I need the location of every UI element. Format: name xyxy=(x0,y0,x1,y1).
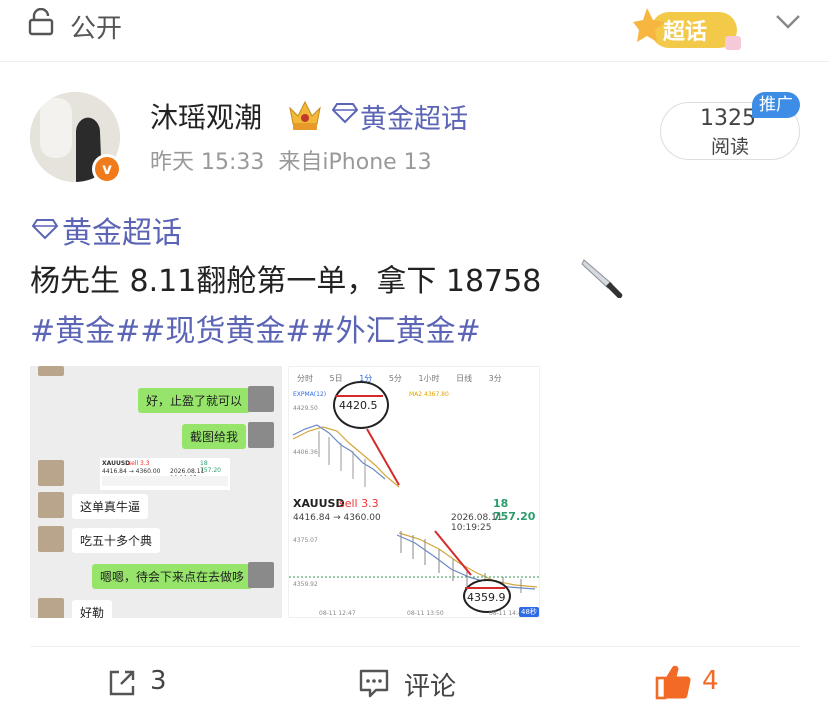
mini-side: sell 3.3 xyxy=(128,460,150,467)
entry-price-label: 4420.5 xyxy=(339,399,378,412)
diamond-icon xyxy=(32,219,58,240)
chat-avatar xyxy=(38,526,64,552)
share-count[interactable]: 3 xyxy=(150,666,167,696)
timeframe-tabs: 分时 5日 1分 5分 1小时 日线 3分 xyxy=(297,373,516,384)
tab-label: 日线 xyxy=(456,374,473,383)
tab-label: 5日 xyxy=(329,374,343,383)
reads-count: 1325 xyxy=(700,106,756,131)
promo-badge: 推广 xyxy=(752,92,800,118)
trading-screenshot-image[interactable]: 分时 5日 1分 5分 1小时 日线 3分 EXPMA(12) MA2 4367… xyxy=(288,366,540,618)
chat-avatar xyxy=(38,460,64,486)
post-meta: 昨天 15:33 来自iPhone 13 xyxy=(150,144,432,176)
post-time: 昨天 15:33 xyxy=(150,150,265,175)
lock-icon xyxy=(28,8,54,36)
mini-trade-card: XAUUSD sell 3.3 18 757.20 4416.84 → 4360… xyxy=(100,458,230,490)
knife-emoji-icon xyxy=(581,259,623,298)
mini-symbol: XAUUSD xyxy=(102,460,131,467)
trade-side: sell 3.3 xyxy=(339,497,379,510)
chat-bubble: 截图给我 xyxy=(182,424,247,449)
price-chart-top xyxy=(292,424,400,488)
thumbs-up-icon[interactable] xyxy=(655,664,691,700)
chat-avatar xyxy=(38,598,64,618)
diamond-icon xyxy=(332,103,358,124)
post-source: 来自iPhone 13 xyxy=(278,150,432,175)
reads-label: 阅读 xyxy=(711,136,750,158)
chat-avatar-me xyxy=(248,562,274,588)
chat-bubble: 吃五十多个典 xyxy=(72,528,161,553)
hashtags[interactable]: #黄金##现货黄金##外汇黄金# xyxy=(30,306,481,350)
tab-label: 分时 xyxy=(297,374,313,383)
chart2-bottom-axis: 4359.92 xyxy=(293,581,318,588)
tab-label: 3分 xyxy=(488,374,502,383)
comment-label[interactable]: 评论 xyxy=(404,666,456,703)
exit-price-label: 4359.9 xyxy=(467,591,506,604)
mini-range: 4416.84 → 4360.00 xyxy=(102,468,161,475)
time-label: 08-11 12:47 xyxy=(319,610,356,617)
visibility-label: 公开 xyxy=(70,14,123,44)
comment-icon[interactable] xyxy=(358,668,390,698)
like-count[interactable]: 4 xyxy=(702,666,719,696)
chat-avatar xyxy=(38,366,64,376)
trade-symbol: XAUUSD xyxy=(293,497,345,510)
chat-bubble: 这单真牛逼 xyxy=(72,494,149,519)
chaohua-label[interactable]: 超话 xyxy=(663,14,707,46)
username[interactable]: 沐瑶观潮 xyxy=(150,96,262,136)
chat-screenshot-image[interactable]: 好，止盈了就可以 截图给我 XAUUSD sell 3.3 18 757.20 … xyxy=(30,366,282,618)
tab-label: 5分 xyxy=(388,374,402,383)
post-text: 杨先生 8.11翻舱第一单，拿下 18758 xyxy=(30,264,542,299)
chat-bubble: 嗯嗯，待会下来点在去做哆 xyxy=(92,564,253,589)
topic-link-header[interactable]: 黄金超话 xyxy=(360,97,468,136)
footer-divider xyxy=(30,646,800,647)
chat-bubble: 好勒 xyxy=(72,600,113,618)
tab-label: 1小时 xyxy=(418,374,440,383)
chevron-down-icon[interactable] xyxy=(774,12,802,32)
time-label: 08-11 13:50 xyxy=(407,610,444,617)
share-icon[interactable] xyxy=(107,668,137,698)
chat-avatar-me xyxy=(248,422,274,448)
top-divider xyxy=(0,61,829,62)
body-topic-link[interactable]: 黄金超话 xyxy=(62,208,182,252)
trade-range: 4416.84 → 4360.00 xyxy=(293,513,381,523)
chat-avatar xyxy=(38,492,64,518)
chat-avatar-me xyxy=(248,386,274,412)
crown-badge-icon xyxy=(289,100,321,130)
verified-badge: v xyxy=(92,154,122,184)
chat-bubble: 好，止盈了就可以 xyxy=(138,388,251,413)
countdown-badge: 48秒 xyxy=(519,607,539,617)
